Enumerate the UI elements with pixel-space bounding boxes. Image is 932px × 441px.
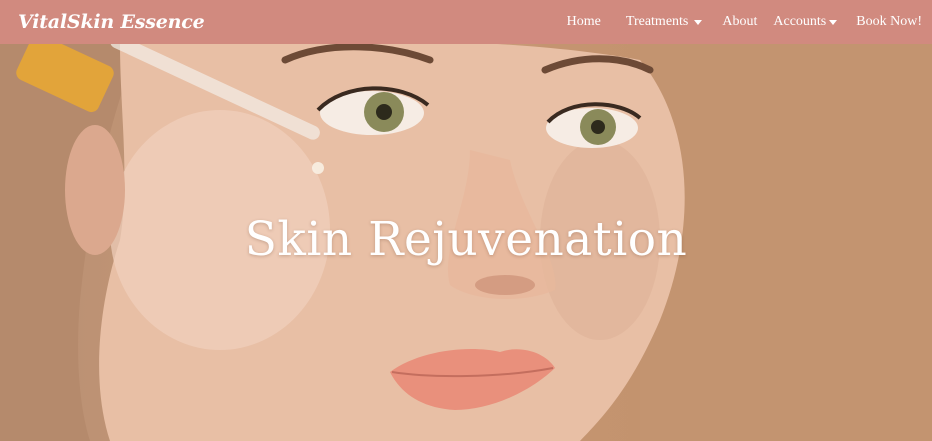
nav-book-now[interactable]: Book Now! bbox=[856, 0, 922, 44]
hero-section: Skin Rejuvenation bbox=[0, 0, 932, 441]
serum-drop bbox=[312, 162, 324, 174]
pupil-left bbox=[376, 104, 392, 120]
nav-about-label: About bbox=[722, 14, 758, 29]
nav-treatments-dropdown[interactable]: Treatments bbox=[625, 0, 703, 44]
caret-down-icon bbox=[694, 20, 703, 25]
nav-home-label: Home bbox=[566, 14, 601, 29]
brand-logo[interactable]: VitalSkin Essence bbox=[18, 11, 205, 33]
nostrils bbox=[475, 275, 535, 295]
hero-title: Skin Rejuvenation bbox=[244, 212, 688, 267]
nav-accounts-dropdown[interactable]: Accounts bbox=[773, 0, 838, 44]
nav-accounts-label: Accounts bbox=[773, 14, 827, 29]
nav-treatments-label: Treatments bbox=[625, 14, 689, 29]
top-navbar: VitalSkin Essence Home Treatments About … bbox=[0, 0, 932, 44]
nav-links: Home Treatments About Accounts Book Now! bbox=[567, 0, 922, 44]
pupil-right bbox=[591, 120, 605, 134]
nav-book-now-label: Book Now! bbox=[856, 14, 922, 29]
nav-home[interactable]: Home bbox=[567, 0, 601, 44]
nav-about[interactable]: About bbox=[722, 0, 757, 44]
caret-down-icon bbox=[829, 20, 838, 25]
